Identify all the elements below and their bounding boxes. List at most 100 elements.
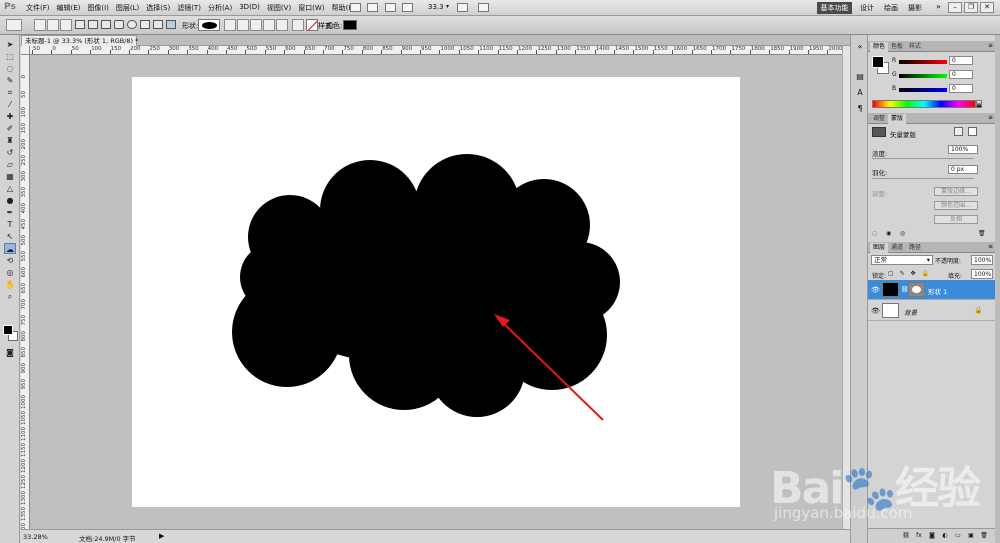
layer-row-background[interactable]: 👁 背景 🔒: [868, 301, 995, 321]
blue-value[interactable]: 0: [949, 84, 973, 93]
subtract-shape-icon[interactable]: [250, 19, 262, 31]
eraser-tool-icon[interactable]: ▱: [4, 159, 16, 170]
fill-input[interactable]: 100%: [971, 269, 993, 279]
brush-tool-icon[interactable]: ✐: [4, 123, 16, 134]
link-icon[interactable]: [292, 19, 304, 31]
arrange-documents-icon[interactable]: [457, 3, 468, 12]
red-value[interactable]: 0: [949, 56, 973, 65]
exclude-shape-icon[interactable]: [276, 19, 288, 31]
menu-image[interactable]: 图像(I): [87, 3, 109, 13]
shape-picker[interactable]: [198, 19, 220, 31]
zoom-tool-icon[interactable]: ⌕: [4, 291, 16, 302]
green-slider[interactable]: [899, 74, 947, 78]
new-group-icon[interactable]: ▭: [954, 532, 962, 539]
3d-rotate-icon[interactable]: ⟲: [4, 255, 16, 266]
menu-layer[interactable]: 图层(L): [116, 3, 139, 13]
panel-scrollbar[interactable]: [995, 35, 1000, 543]
menu-view[interactable]: 视图(V): [267, 3, 291, 13]
bridge-icon[interactable]: [350, 3, 361, 12]
red-slider[interactable]: [899, 60, 947, 64]
pixel-mask-icon[interactable]: [954, 127, 963, 136]
tool-preset-icon[interactable]: [6, 19, 22, 31]
pen-tool-icon[interactable]: [75, 20, 85, 29]
blend-mode-select[interactable]: 正常 ▾: [871, 255, 933, 265]
ruler-origin[interactable]: [21, 46, 30, 55]
menu-window[interactable]: 窗口(W): [298, 3, 324, 13]
menu-file[interactable]: 文件(F): [26, 3, 50, 13]
workspace-painting[interactable]: 绘画: [884, 3, 898, 13]
green-value[interactable]: 0: [949, 70, 973, 79]
tab-paths[interactable]: 路径: [906, 243, 924, 253]
hand-tool-icon[interactable]: [402, 3, 413, 12]
3d-orbit-icon[interactable]: ◎: [4, 267, 16, 278]
eyedropper-tool-icon[interactable]: ⁄: [4, 99, 16, 110]
fill-pixels-icon[interactable]: [60, 19, 72, 31]
paths-icon[interactable]: [47, 19, 59, 31]
gradient-tool-icon[interactable]: ▦: [4, 171, 16, 182]
feather-slider[interactable]: [872, 178, 974, 179]
tab-layers[interactable]: 图层: [870, 243, 889, 253]
foreground-color-swatch[interactable]: [3, 325, 13, 335]
shape-layers-icon[interactable]: [34, 19, 46, 31]
new-shape-layer-icon[interactable]: [224, 19, 236, 31]
disable-mask-icon[interactable]: ◎: [900, 230, 905, 237]
crop-tool-icon[interactable]: ⌗: [4, 87, 16, 98]
tab-styles[interactable]: 样式: [906, 42, 924, 52]
status-menu-icon[interactable]: ▶: [159, 532, 164, 540]
view-extras-icon[interactable]: [385, 3, 396, 12]
path-select-icon[interactable]: ↖: [4, 231, 16, 242]
move-tool-icon[interactable]: ➤: [4, 39, 16, 50]
tab-swatches[interactable]: 色板: [888, 42, 906, 52]
hand-tool-icon[interactable]: ✋: [4, 279, 16, 290]
new-layer-icon[interactable]: ▣: [967, 532, 975, 539]
menu-filter[interactable]: 滤镜(T): [177, 3, 201, 13]
layer-style-icon[interactable]: fx: [915, 532, 923, 539]
rounded-rectangle-icon[interactable]: [114, 20, 124, 29]
density-slider[interactable]: [872, 158, 974, 159]
quick-mask-icon[interactable]: ◙: [4, 347, 16, 358]
adjustment-layer-icon[interactable]: ◐: [941, 532, 949, 539]
tab-channels[interactable]: 通道: [888, 243, 906, 253]
restore-icon[interactable]: ❐: [964, 2, 978, 13]
vector-mask-icon[interactable]: [968, 127, 977, 136]
panel-menu-icon[interactable]: ≡: [988, 42, 993, 49]
ruler-left[interactable]: 0 50 100 150 200 250 300 350 400 450 500 550 600 650 7…: [21, 55, 30, 529]
style-picker[interactable]: [306, 19, 318, 31]
custom-shape-icon[interactable]: [166, 20, 176, 29]
polygon-tool-icon[interactable]: [140, 20, 150, 29]
trash-icon[interactable]: 🗑: [980, 532, 988, 539]
blur-tool-icon[interactable]: △: [4, 183, 16, 194]
spot-heal-tool-icon[interactable]: ✚: [4, 111, 16, 122]
freeform-pen-icon[interactable]: [88, 20, 98, 29]
character-panel-icon[interactable]: A: [854, 87, 866, 99]
ruler-top[interactable]: 50 0 50 100 150 200 250 300 350 400 450 500 550 600 65…: [30, 46, 850, 55]
workspace-more-icon[interactable]: »: [936, 2, 941, 11]
cloud-shape[interactable]: [232, 154, 620, 417]
eye-icon[interactable]: 👁: [871, 286, 880, 294]
type-tool-icon[interactable]: T: [4, 219, 16, 230]
lock-icons[interactable]: ▢ ✎ ✥ 🔒: [888, 270, 931, 277]
layer-row-shape-1[interactable]: 👁 ⛓ 形状 1: [868, 280, 995, 300]
workspace-essentials[interactable]: 基本功能: [817, 2, 852, 14]
menu-select[interactable]: 选择(S): [146, 3, 170, 13]
custom-shape-tool-icon[interactable]: ☁: [4, 243, 16, 254]
history-panel-icon[interactable]: ▤: [854, 71, 866, 83]
screen-mode-icon[interactable]: [478, 3, 489, 12]
color-spectrum[interactable]: [872, 100, 976, 108]
clone-stamp-icon[interactable]: ♜: [4, 135, 16, 146]
zoom-level[interactable]: 33.3: [428, 3, 444, 11]
mini-bridge-icon[interactable]: [367, 3, 378, 12]
eye-icon[interactable]: 👁: [871, 307, 880, 315]
line-tool-icon[interactable]: [153, 20, 163, 29]
blue-slider[interactable]: [899, 88, 947, 92]
delete-mask-icon[interactable]: 🗑: [978, 230, 986, 237]
ellipse-tool-icon[interactable]: [127, 20, 137, 29]
history-brush-icon[interactable]: ↺: [4, 147, 16, 158]
layer-fill-thumb[interactable]: [882, 282, 899, 297]
shape-color-swatch[interactable]: [343, 20, 357, 30]
panel-menu-icon[interactable]: ≡: [988, 243, 993, 250]
invert-button[interactable]: 反相: [934, 215, 978, 224]
tab-adjustments[interactable]: 调整: [870, 114, 888, 124]
close-icon[interactable]: ✕: [980, 2, 994, 13]
minimize-icon[interactable]: –: [948, 2, 962, 13]
